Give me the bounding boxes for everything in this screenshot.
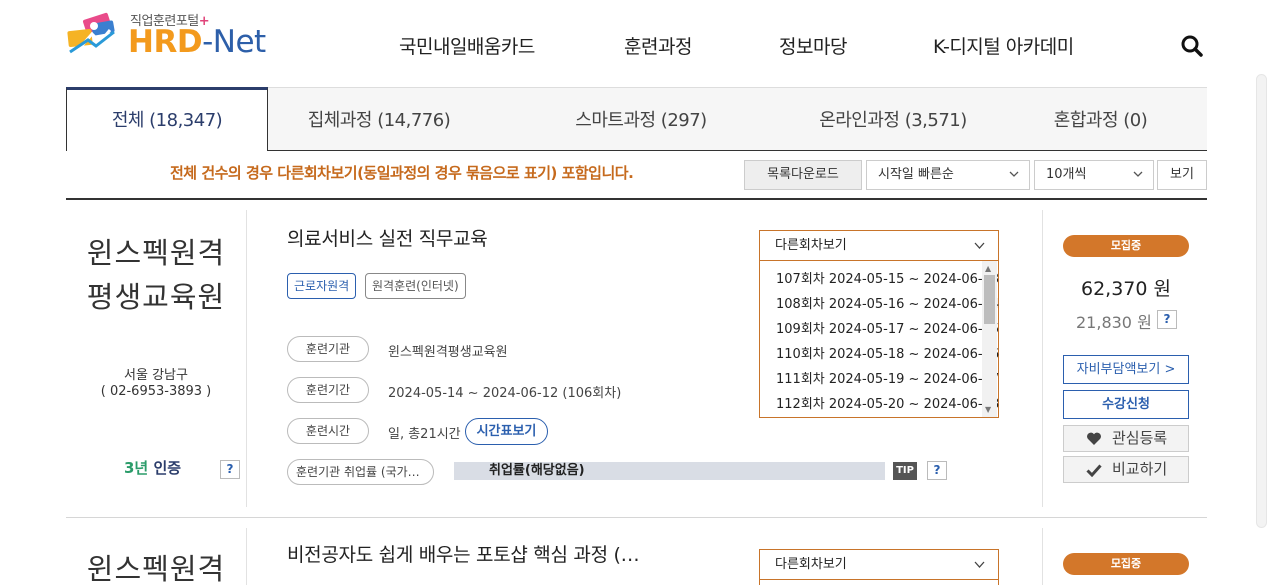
nav-item-k-digital[interactable]: K-디지털 아카데미	[933, 32, 1074, 59]
tab-all[interactable]: 전체 (18,347)	[66, 87, 268, 151]
logo-net: -Net	[202, 24, 266, 60]
heart-icon	[1087, 432, 1101, 445]
header: 직업훈련포털+ HRD-Net 국민내일배움카드 훈련과정 정보마당 K-디지털…	[0, 0, 1267, 88]
page-size-select[interactable]: 10개씩	[1034, 160, 1154, 190]
cert-label: 인증	[148, 459, 182, 477]
other-sessions-title: 다른회차보기	[775, 557, 847, 572]
session-item[interactable]: 112회차 2024-05-20 ~ 2024-06-18	[760, 392, 999, 417]
certification-badge: 3년 인증	[124, 457, 181, 478]
other-sessions-header[interactable]: 다른회차보기	[760, 231, 998, 261]
org-name-line2: 평생교육원	[86, 280, 226, 314]
compare-label: 비교하기	[1112, 460, 1168, 478]
nav-item-info[interactable]: 정보마당	[779, 32, 847, 59]
session-item[interactable]: 107회차 2024-05-15 ~ 2024-06-13	[760, 267, 999, 292]
nav-item-training-course[interactable]: 훈련과정	[624, 32, 692, 59]
page-size-select-value: 10개씩	[1046, 167, 1087, 182]
course-tag-remote-internet: 원격훈련(인터넷)	[365, 273, 466, 299]
session-scroll-thumb[interactable]	[984, 275, 995, 324]
recruit-status-badge: 모집중	[1063, 235, 1189, 257]
timetable-button[interactable]: 시간표보기	[465, 418, 548, 445]
institution-value: 윈스펙원격평생교육원	[388, 345, 508, 360]
time-label: 훈련시간	[287, 418, 369, 444]
column-divider	[1042, 528, 1043, 585]
session-item[interactable]: 108회차 2024-05-16 ~ 2024-06-14	[760, 292, 999, 317]
compare-button[interactable]: 비교하기	[1063, 456, 1189, 483]
logo-emblem-icon	[67, 12, 115, 54]
logo-hrd: HRD	[128, 24, 203, 60]
column-divider	[246, 210, 247, 507]
price-help-button[interactable]: ?	[1157, 310, 1177, 329]
org-location: 서울 강남구	[124, 368, 188, 383]
course-type-tabs: 전체 (18,347) 집체과정 (14,776) 스마트과정 (297) 온라…	[66, 87, 1207, 151]
cert-help-button[interactable]: ?	[220, 460, 240, 479]
search-icon[interactable]	[1181, 35, 1203, 57]
self-pay-view-button[interactable]: 자비부담액보기 >	[1063, 355, 1189, 384]
period-label: 훈련기간	[287, 377, 369, 403]
course-title-link[interactable]: 비전공자도 쉽게 배우는 포토샵 핵심 과정 (…	[287, 540, 640, 567]
sort-select-value: 시작일 빠른순	[878, 167, 954, 182]
list-download-button[interactable]: 목록다운로드	[744, 160, 862, 190]
hrd-net-logo[interactable]: 직업훈련포털+ HRD-Net	[66, 10, 266, 60]
view-button[interactable]: 보기	[1157, 160, 1207, 190]
session-item[interactable]: 111회차 2024-05-19 ~ 2024-06-17	[760, 367, 999, 392]
employment-help-button[interactable]: ?	[927, 461, 947, 480]
chevron-down-icon	[1133, 171, 1143, 177]
session-item[interactable]: 109회차 2024-05-17 ~ 2024-06-15	[760, 317, 999, 342]
add-interest-button[interactable]: 관심등록	[1063, 425, 1189, 452]
tab-blended[interactable]: 혼합과정 (0)	[994, 88, 1207, 151]
session-scrollbar[interactable]: ▲ ▼	[982, 261, 997, 417]
scroll-up-arrow-icon[interactable]: ▲	[985, 264, 991, 273]
self-pay-amount: 21,830 원	[1076, 313, 1152, 332]
course-card: 윈스펙원격 비전공자도 쉽게 배우는 포토샵 핵심 과정 (… 다른회차보기 모…	[66, 518, 1207, 585]
course-price: 62,370 원	[1080, 278, 1171, 300]
column-divider	[246, 528, 247, 585]
employment-rate-bar: 취업률(해당없음)	[454, 462, 885, 480]
tab-classroom[interactable]: 집체과정 (14,776)	[268, 88, 490, 151]
period-value: 2024-05-14 ~ 2024-06-12 (106회차)	[388, 386, 622, 401]
course-card: 윈스펙원격 평생교육원 서울 강남구 ( 02-6953-3893 ) 3년 인…	[66, 200, 1207, 517]
recruit-status-badge: 모집중	[1063, 553, 1189, 575]
column-divider	[1042, 210, 1043, 507]
time-value: 일, 총21시간	[388, 427, 461, 442]
session-item[interactable]: 110회차 2024-05-18 ~ 2024-06-16	[760, 342, 999, 367]
other-sessions-header[interactable]: 다른회차보기	[760, 550, 998, 580]
org-name-line1: 윈스펙원격	[86, 236, 226, 270]
institution-label: 훈련기관	[287, 336, 369, 362]
nav-item-learning-card[interactable]: 국민내일배움카드	[399, 32, 535, 59]
other-sessions-dropdown[interactable]: 다른회차보기	[759, 549, 999, 585]
org-name-line1: 윈스펙원격	[86, 552, 226, 585]
scroll-down-arrow-icon[interactable]: ▼	[985, 405, 991, 414]
apply-button[interactable]: 수강신청	[1063, 390, 1189, 419]
page-scrollbar[interactable]	[1256, 74, 1267, 528]
tab-smart[interactable]: 스마트과정 (297)	[490, 88, 792, 151]
chevron-down-icon	[1009, 171, 1019, 177]
check-icon	[1086, 464, 1102, 477]
chevron-down-icon	[974, 561, 985, 568]
sort-select[interactable]: 시작일 빠른순	[866, 160, 1030, 190]
other-sessions-dropdown[interactable]: 다른회차보기 107회차 2024-05-15 ~ 2024-06-13 108…	[759, 230, 999, 418]
count-notice: 전체 건수의 경우 다른회차보기(동일과정의 경우 묶음으로 표기) 포함입니다…	[170, 164, 634, 182]
chevron-down-icon	[974, 242, 985, 249]
org-phone: ( 02-6953-3893 )	[100, 384, 212, 399]
employment-rate-label[interactable]: 훈련기관 취업률 (국가…	[287, 459, 434, 485]
add-interest-label: 관심등록	[1112, 429, 1168, 447]
tab-online[interactable]: 온라인과정 (3,571)	[792, 88, 994, 151]
session-list: 107회차 2024-05-15 ~ 2024-06-13 108회차 2024…	[760, 261, 999, 417]
tip-badge[interactable]: TIP	[893, 462, 917, 480]
course-tag-worker-remote: 근로자원격	[287, 273, 357, 299]
course-title-link[interactable]: 의료서비스 실전 직무교육	[287, 224, 488, 251]
other-sessions-title: 다른회차보기	[775, 238, 847, 253]
cert-years: 3년	[124, 459, 149, 477]
